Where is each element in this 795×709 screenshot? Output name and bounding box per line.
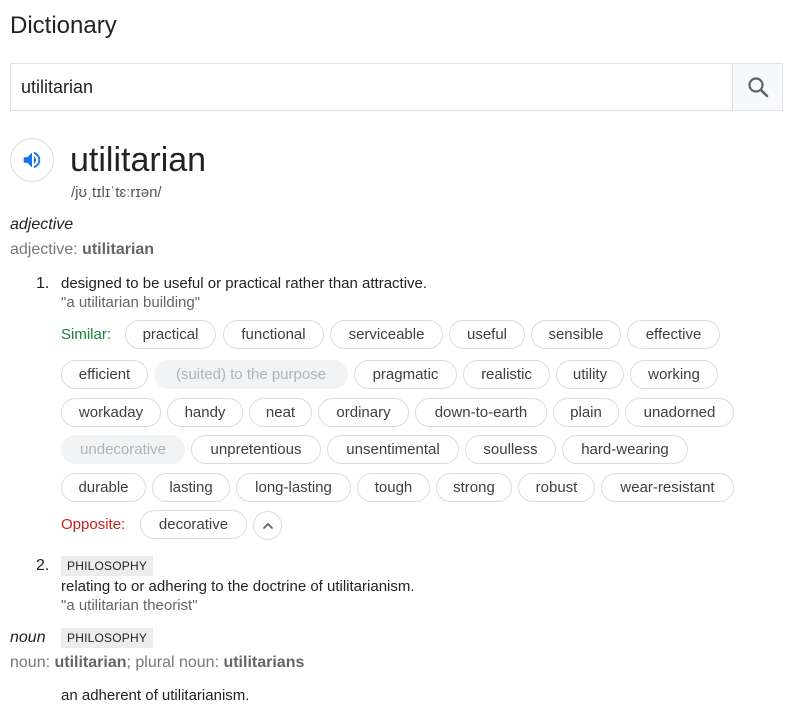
forms-plural: utilitarians [223,654,305,671]
synonym-chip[interactable]: sensible [531,320,621,349]
search-button[interactable] [732,64,782,110]
domain-tag: PHILOSOPHY [61,628,154,648]
domain-tag: PHILOSOPHY [61,556,154,576]
synonym-chip[interactable]: working [630,360,718,389]
synonym-chip[interactable]: long-lasting [236,473,351,502]
synonym-chip[interactable]: ordinary [318,398,409,427]
synonym-chip[interactable]: efficient [61,360,148,389]
synonym-chip[interactable]: (suited) to the purpose [154,360,348,389]
forms-word: utilitarian [82,241,155,258]
page-title: Dictionary [10,12,117,39]
forms-prefix: noun: [10,654,55,671]
synonym-chip[interactable]: tough [357,473,430,502]
sense-number: 2. [36,557,50,574]
antonym-chip[interactable]: decorative [140,510,247,539]
synonym-chip[interactable]: realistic [463,360,550,389]
synonym-chip[interactable]: pragmatic [354,360,457,389]
opposite-label: Opposite: [61,516,126,533]
synonym-chip[interactable]: workaday [61,398,161,427]
synonym-chip[interactable]: unadorned [625,398,734,427]
forms-prefix: adjective: [10,241,83,258]
synonym-chip[interactable]: handy [167,398,243,427]
synonym-chip[interactable]: hard-wearing [562,435,688,464]
forms-separator: ; plural noun: [126,654,224,671]
forms-word: utilitarian [54,654,127,671]
noun-forms: noun: utilitarian; plural noun: utilitar… [10,654,304,672]
synonym-chip[interactable]: effective [627,320,720,349]
synonym-chip[interactable]: robust [518,473,595,502]
phonetic: /jʊˌtɪlɪˈtɛːrɪən/ [71,184,162,201]
synonym-chip[interactable]: utility [556,360,624,389]
synonym-chip[interactable]: serviceable [330,320,443,349]
synonym-chip[interactable]: functional [223,320,324,349]
headword: utilitarian [70,141,207,179]
synonym-chip[interactable]: wear-resistant [601,473,734,502]
search-icon [747,77,768,98]
chevron-up-icon [262,522,273,529]
synonym-chip[interactable]: lasting [152,473,230,502]
adjective-forms: adjective: utilitarian [10,241,154,259]
synonym-chip[interactable]: practical [125,320,216,349]
noun-definition: an adherent of utilitarianism. [61,687,250,704]
synonym-chip[interactable]: plain [553,398,619,427]
search-box [10,63,783,111]
synonym-chip[interactable]: durable [61,473,146,502]
similar-label: Similar: [61,326,112,343]
synonym-chip[interactable]: neat [249,398,312,427]
synonym-chip[interactable]: useful [449,320,525,349]
sense-definition: relating to or adhering to the doctrine … [61,578,415,595]
sense-number: 1. [36,275,50,292]
sense-example: "a utilitarian theorist" [61,597,198,614]
part-of-speech-noun: noun [10,629,46,646]
speaker-icon [23,151,41,169]
synonym-chip[interactable]: soulless [465,435,556,464]
synonym-chip[interactable]: undecorative [61,435,185,464]
search-input[interactable] [11,64,733,110]
synonym-chip[interactable]: strong [436,473,512,502]
collapse-button[interactable] [253,511,282,540]
synonym-chip[interactable]: unpretentious [191,435,321,464]
pronunciation-button[interactable] [10,138,54,182]
sense-example: "a utilitarian building" [61,294,201,311]
part-of-speech-adjective: adjective [10,216,74,233]
synonym-chip[interactable]: down-to-earth [415,398,547,427]
sense-definition: designed to be useful or practical rathe… [61,275,428,292]
synonym-chip[interactable]: unsentimental [327,435,459,464]
